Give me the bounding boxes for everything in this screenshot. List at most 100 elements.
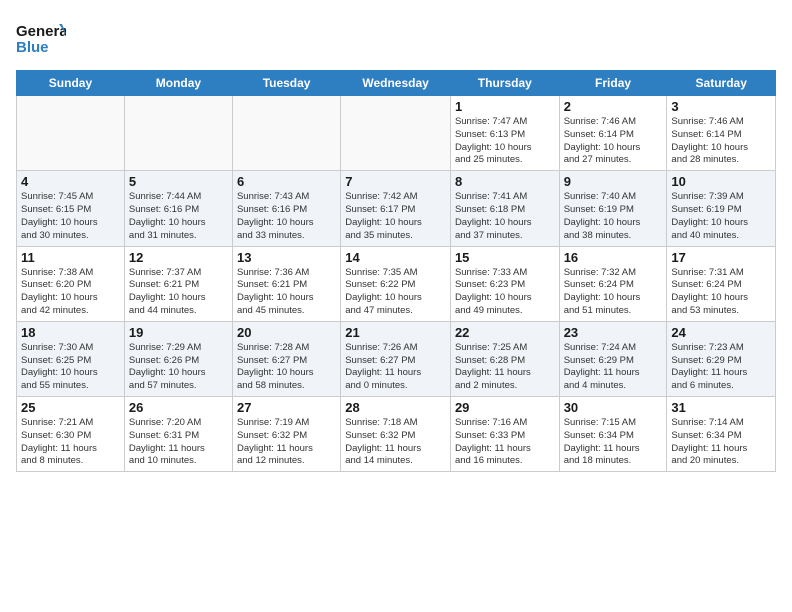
day-headers-row: SundayMondayTuesdayWednesdayThursdayFrid… bbox=[17, 71, 776, 96]
calendar-cell: 21Sunrise: 7:26 AMSunset: 6:27 PMDayligh… bbox=[341, 321, 451, 396]
calendar-cell: 14 Sunrise: 7:35 AMSunset: 6:22 PMDayligh… bbox=[341, 246, 451, 321]
week-row-4: 18Sunrise: 7:30 AMSunset: 6:25 PMDayligh… bbox=[17, 321, 776, 396]
date-number: 8 bbox=[455, 174, 555, 189]
calendar-cell: 24Sunrise: 7:23 AMSunset: 6:29 PMDayligh… bbox=[667, 321, 776, 396]
cell-info: Sunrise: 7:26 AMSunset: 6:27 PMDaylight:… bbox=[345, 342, 446, 393]
date-number: 29 bbox=[455, 400, 555, 415]
calendar-cell: 30 Sunrise: 7:15 AMSunset: 6:34 PMDayligh… bbox=[559, 397, 667, 472]
cell-info: Sunrise: 7:37 AMSunset: 6:21 PMDaylight:… bbox=[129, 267, 228, 318]
date-number: 28 bbox=[345, 400, 446, 415]
date-number: 22 bbox=[455, 325, 555, 340]
cell-info: Sunrise: 7:25 AMSunset: 6:28 PMDaylight:… bbox=[455, 342, 555, 393]
logo-svg: General Blue bbox=[16, 20, 66, 62]
day-header-thursday: Thursday bbox=[450, 71, 559, 96]
cell-info: Sunrise: 7:39 AMSunset: 6:19 PMDaylight:… bbox=[671, 191, 771, 242]
calendar-cell: 27 Sunrise: 7:19 AMSunset: 6:32 PMDayligh… bbox=[232, 397, 340, 472]
cell-info: Sunrise: 7:18 AMSunset: 6:32 PMDaylight:… bbox=[345, 417, 446, 468]
date-number: 1 bbox=[455, 99, 555, 114]
calendar-cell: 8 Sunrise: 7:41 AMSunset: 6:18 PMDaylight… bbox=[450, 171, 559, 246]
calendar-cell: 23 Sunrise: 7:24 AMSunset: 6:29 PMDayligh… bbox=[559, 321, 667, 396]
date-number: 27 bbox=[237, 400, 336, 415]
date-number: 26 bbox=[129, 400, 228, 415]
week-row-2: 4 Sunrise: 7:45 AMSunset: 6:15 PMDaylight… bbox=[17, 171, 776, 246]
calendar-cell bbox=[124, 96, 232, 171]
date-number: 10 bbox=[671, 174, 771, 189]
date-number: 3 bbox=[671, 99, 771, 114]
calendar-cell bbox=[341, 96, 451, 171]
day-header-wednesday: Wednesday bbox=[341, 71, 451, 96]
calendar-cell: 16Sunrise: 7:32 AMSunset: 6:24 PMDayligh… bbox=[559, 246, 667, 321]
date-number: 20 bbox=[237, 325, 336, 340]
calendar-cell: 10 Sunrise: 7:39 AMSunset: 6:19 PMDayligh… bbox=[667, 171, 776, 246]
day-header-friday: Friday bbox=[559, 71, 667, 96]
cell-info: Sunrise: 7:23 AMSunset: 6:29 PMDaylight:… bbox=[671, 342, 771, 393]
calendar-cell bbox=[232, 96, 340, 171]
date-number: 30 bbox=[564, 400, 663, 415]
date-number: 5 bbox=[129, 174, 228, 189]
day-header-sunday: Sunday bbox=[17, 71, 125, 96]
calendar-cell: 12 Sunrise: 7:37 AMSunset: 6:21 PMDayligh… bbox=[124, 246, 232, 321]
calendar-cell: 13 Sunrise: 7:36 AMSunset: 6:21 PMDayligh… bbox=[232, 246, 340, 321]
date-number: 9 bbox=[564, 174, 663, 189]
calendar-cell: 4 Sunrise: 7:45 AMSunset: 6:15 PMDaylight… bbox=[17, 171, 125, 246]
calendar-cell: 3Sunrise: 7:46 AMSunset: 6:14 PMDaylight… bbox=[667, 96, 776, 171]
svg-text:General: General bbox=[16, 23, 66, 40]
cell-info: Sunrise: 7:33 AMSunset: 6:23 PMDaylight:… bbox=[455, 267, 555, 318]
calendar-cell: 15 Sunrise: 7:33 AMSunset: 6:23 PMDayligh… bbox=[450, 246, 559, 321]
cell-info: Sunrise: 7:35 AMSunset: 6:22 PMDaylight:… bbox=[345, 267, 446, 318]
cell-info: Sunrise: 7:15 AMSunset: 6:34 PMDaylight:… bbox=[564, 417, 663, 468]
date-number: 12 bbox=[129, 250, 228, 265]
date-number: 13 bbox=[237, 250, 336, 265]
calendar-cell: 26 Sunrise: 7:20 AMSunset: 6:31 PMDayligh… bbox=[124, 397, 232, 472]
week-row-1: 1 Sunrise: 7:47 AMSunset: 6:13 PMDaylight… bbox=[17, 96, 776, 171]
date-number: 7 bbox=[345, 174, 446, 189]
week-row-5: 25Sunrise: 7:21 AMSunset: 6:30 PMDayligh… bbox=[17, 397, 776, 472]
cell-info: Sunrise: 7:24 AMSunset: 6:29 PMDaylight:… bbox=[564, 342, 663, 393]
calendar-cell: 6 Sunrise: 7:43 AMSunset: 6:16 PMDaylight… bbox=[232, 171, 340, 246]
day-header-monday: Monday bbox=[124, 71, 232, 96]
cell-info: Sunrise: 7:41 AMSunset: 6:18 PMDaylight:… bbox=[455, 191, 555, 242]
calendar-cell bbox=[17, 96, 125, 171]
date-number: 11 bbox=[21, 250, 120, 265]
cell-info: Sunrise: 7:45 AMSunset: 6:15 PMDaylight:… bbox=[21, 191, 120, 242]
cell-info: Sunrise: 7:44 AMSunset: 6:16 PMDaylight:… bbox=[129, 191, 228, 242]
calendar-cell: 19 Sunrise: 7:29 AMSunset: 6:26 PMDayligh… bbox=[124, 321, 232, 396]
calendar-cell: 2Sunrise: 7:46 AMSunset: 6:14 PMDaylight… bbox=[559, 96, 667, 171]
date-number: 6 bbox=[237, 174, 336, 189]
date-number: 25 bbox=[21, 400, 120, 415]
calendar-cell: 17Sunrise: 7:31 AMSunset: 6:24 PMDayligh… bbox=[667, 246, 776, 321]
calendar-cell: 11 Sunrise: 7:38 AMSunset: 6:20 PMDayligh… bbox=[17, 246, 125, 321]
cell-info: Sunrise: 7:40 AMSunset: 6:19 PMDaylight:… bbox=[564, 191, 663, 242]
cell-info: Sunrise: 7:16 AMSunset: 6:33 PMDaylight:… bbox=[455, 417, 555, 468]
cell-info: Sunrise: 7:19 AMSunset: 6:32 PMDaylight:… bbox=[237, 417, 336, 468]
calendar-cell: 20 Sunrise: 7:28 AMSunset: 6:27 PMDayligh… bbox=[232, 321, 340, 396]
week-row-3: 11 Sunrise: 7:38 AMSunset: 6:20 PMDayligh… bbox=[17, 246, 776, 321]
cell-info: Sunrise: 7:47 AMSunset: 6:13 PMDaylight:… bbox=[455, 116, 555, 167]
cell-info: Sunrise: 7:20 AMSunset: 6:31 PMDaylight:… bbox=[129, 417, 228, 468]
cell-info: Sunrise: 7:42 AMSunset: 6:17 PMDaylight:… bbox=[345, 191, 446, 242]
header: General Blue bbox=[16, 16, 776, 62]
calendar-table: SundayMondayTuesdayWednesdayThursdayFrid… bbox=[16, 70, 776, 472]
date-number: 19 bbox=[129, 325, 228, 340]
date-number: 14 bbox=[345, 250, 446, 265]
day-header-tuesday: Tuesday bbox=[232, 71, 340, 96]
cell-info: Sunrise: 7:31 AMSunset: 6:24 PMDaylight:… bbox=[671, 267, 771, 318]
cell-info: Sunrise: 7:36 AMSunset: 6:21 PMDaylight:… bbox=[237, 267, 336, 318]
calendar-cell: 22 Sunrise: 7:25 AMSunset: 6:28 PMDayligh… bbox=[450, 321, 559, 396]
calendar-cell: 18Sunrise: 7:30 AMSunset: 6:25 PMDayligh… bbox=[17, 321, 125, 396]
cell-info: Sunrise: 7:29 AMSunset: 6:26 PMDaylight:… bbox=[129, 342, 228, 393]
calendar-cell: 9 Sunrise: 7:40 AMSunset: 6:19 PMDaylight… bbox=[559, 171, 667, 246]
date-number: 4 bbox=[21, 174, 120, 189]
cell-info: Sunrise: 7:28 AMSunset: 6:27 PMDaylight:… bbox=[237, 342, 336, 393]
cell-info: Sunrise: 7:32 AMSunset: 6:24 PMDaylight:… bbox=[564, 267, 663, 318]
day-header-saturday: Saturday bbox=[667, 71, 776, 96]
date-number: 15 bbox=[455, 250, 555, 265]
cell-info: Sunrise: 7:43 AMSunset: 6:16 PMDaylight:… bbox=[237, 191, 336, 242]
calendar-cell: 29 Sunrise: 7:16 AMSunset: 6:33 PMDayligh… bbox=[450, 397, 559, 472]
cell-info: Sunrise: 7:38 AMSunset: 6:20 PMDaylight:… bbox=[21, 267, 120, 318]
date-number: 31 bbox=[671, 400, 771, 415]
date-number: 23 bbox=[564, 325, 663, 340]
calendar-cell: 1 Sunrise: 7:47 AMSunset: 6:13 PMDaylight… bbox=[450, 96, 559, 171]
cell-info: Sunrise: 7:30 AMSunset: 6:25 PMDaylight:… bbox=[21, 342, 120, 393]
calendar-cell: 25Sunrise: 7:21 AMSunset: 6:30 PMDayligh… bbox=[17, 397, 125, 472]
